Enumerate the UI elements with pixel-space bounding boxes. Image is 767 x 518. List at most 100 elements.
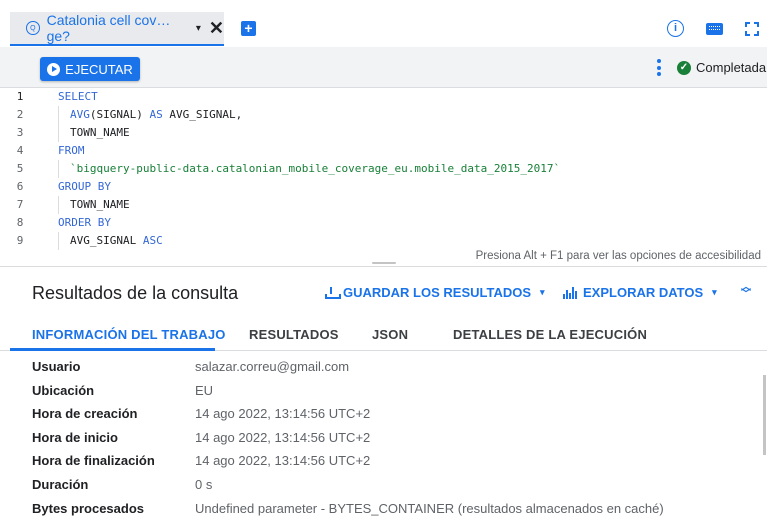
sql-keyword: FROM bbox=[58, 144, 85, 157]
sql-token: AVG_SIGNAL, bbox=[162, 108, 243, 121]
code-text: ORDER BY bbox=[58, 214, 111, 232]
info-icon[interactable]: i bbox=[667, 20, 684, 37]
info-key: Duración bbox=[32, 476, 89, 492]
info-value: 0 s bbox=[195, 476, 213, 492]
info-key: Usuario bbox=[32, 359, 81, 374]
code-text: FROM bbox=[58, 142, 85, 160]
keyboard-shortcuts-icon[interactable] bbox=[706, 22, 723, 35]
sql-keyword: ASC bbox=[142, 234, 163, 247]
run-button-label: EJECUTAR bbox=[65, 61, 133, 77]
sql-token: TOWN_NAME bbox=[70, 198, 130, 211]
explore-data-label: EXPLORAR DATOS bbox=[583, 285, 704, 300]
info-row: Hora de inicio 14 ago 2022, 13:14:56 UTC+… bbox=[0, 427, 767, 451]
code-text: GROUP BY bbox=[58, 178, 111, 196]
tab-menu-chevron-icon[interactable]: ▾ bbox=[196, 23, 201, 34]
sql-keyword: GROUP BY bbox=[58, 180, 111, 193]
code-line: 2 AVG(SIGNAL) AS AVG_SIGNAL, bbox=[0, 106, 767, 124]
sql-token: TOWN_NAME bbox=[70, 126, 130, 139]
close-tab-icon[interactable]: ✕ bbox=[209, 18, 224, 39]
sql-string: `bigquery-public-data.catalonian_mobile_… bbox=[70, 162, 561, 175]
info-key: Hora de inicio bbox=[32, 429, 118, 445]
editor-toolbar: EJECUTAR ✓ Completada bbox=[0, 47, 767, 88]
save-results-label: GUARDAR LOS RESULTADOS bbox=[343, 285, 532, 300]
info-row: Hora de creación 14 ago 2022, 13:14:56 UT… bbox=[0, 403, 767, 427]
query-icon: Q bbox=[26, 21, 40, 35]
line-number: 5 bbox=[16, 162, 24, 175]
tab-json[interactable]: JSON bbox=[372, 327, 408, 342]
sql-token: (SIGNAL) bbox=[89, 108, 150, 121]
info-row: Ubicación EU bbox=[0, 380, 767, 404]
sql-keyword: AS bbox=[149, 108, 163, 121]
info-value: salazar.correu@gmail.com bbox=[195, 359, 350, 374]
more-options-icon[interactable] bbox=[657, 59, 661, 76]
code-line: 6 GROUP BY bbox=[0, 178, 767, 196]
info-value: 14 ago 2022, 13:14:56 UTC+2 bbox=[195, 429, 371, 445]
top-right-toolbar: i bbox=[667, 20, 759, 37]
code-line: 4 FROM bbox=[0, 142, 767, 160]
tab-execution-details[interactable]: DETALLES DE LA EJECUCIÓN bbox=[453, 327, 647, 342]
chevron-down-icon: ▾ bbox=[712, 287, 717, 297]
code-line: 9 AVG_SIGNAL ASC bbox=[0, 232, 767, 250]
line-number: 4 bbox=[16, 144, 24, 157]
query-status: ✓ Completada bbox=[677, 60, 766, 75]
sql-editor[interactable]: 1 SELECT 2 AVG(SIGNAL) AS AVG_SIGNAL, 3 TOWN_… bbox=[0, 88, 767, 250]
line-number: 9 bbox=[16, 234, 24, 247]
results-tabs: INFORMACIÓN DEL TRABAJO RESULTADOS JSON … bbox=[0, 317, 767, 351]
indent-guide bbox=[58, 232, 70, 250]
job-information-table: Usuario salazar.correu@gmail.com Ubicación… bbox=[0, 356, 767, 518]
indent-guide bbox=[58, 160, 70, 178]
query-tab-title: Catalonia cell cov…ge? bbox=[46, 12, 171, 44]
save-results-button[interactable]: GUARDAR LOS RESULTADOS ▾ bbox=[325, 285, 545, 300]
code-text: TOWN_NAME bbox=[40, 124, 130, 142]
info-key: Bytes procesados bbox=[32, 500, 144, 516]
code-line: 7 TOWN_NAME bbox=[0, 196, 767, 214]
new-query-tab-button[interactable]: + bbox=[241, 21, 256, 36]
query-status-label: Completada bbox=[696, 60, 767, 75]
download-icon bbox=[325, 286, 341, 299]
info-value: EU bbox=[195, 382, 214, 398]
info-value: Undefined parameter - BYTES_CONTAINER (r… bbox=[195, 500, 664, 516]
active-tab-indicator bbox=[10, 348, 215, 351]
line-number: 6 bbox=[16, 180, 24, 193]
tab-results[interactable]: RESULTADOS bbox=[249, 327, 339, 342]
query-tab-bar: Q Catalonia cell cov…ge? ▾ ✕ + i bbox=[0, 0, 767, 47]
code-line: 1 SELECT bbox=[0, 88, 767, 106]
chevron-down-icon: ▾ bbox=[540, 287, 545, 297]
line-number: 7 bbox=[16, 198, 24, 211]
code-text: SELECT bbox=[58, 88, 98, 106]
tab-job-information[interactable]: INFORMACIÓN DEL TRABAJO bbox=[32, 327, 226, 342]
fullscreen-icon[interactable] bbox=[745, 21, 759, 36]
indent-guide bbox=[58, 196, 70, 214]
line-number: 3 bbox=[16, 126, 24, 139]
line-number: 2 bbox=[16, 108, 24, 121]
indent-guide bbox=[58, 106, 70, 124]
results-title: Resultados de la consulta bbox=[32, 283, 239, 303]
explore-data-button[interactable]: EXPLORAR DATOS ▾ bbox=[563, 285, 717, 300]
sql-keyword: SELECT bbox=[58, 90, 98, 103]
info-row: Hora de finalización 14 ago 2022, 13:14:5… bbox=[0, 450, 767, 474]
run-button[interactable]: EJECUTAR bbox=[40, 57, 140, 81]
code-line: 5 `bigquery-public-data.catalonian_mobile… bbox=[0, 160, 767, 178]
code-text: TOWN_NAME bbox=[40, 196, 130, 214]
code-text: AVG_SIGNAL ASC bbox=[40, 232, 163, 250]
results-header: Resultados de la consulta GUARDAR LOS RE… bbox=[0, 267, 767, 317]
indent-guide bbox=[58, 124, 70, 142]
scrollbar[interactable] bbox=[763, 375, 766, 455]
resize-handle[interactable] bbox=[372, 262, 396, 264]
code-line: 3 TOWN_NAME bbox=[0, 124, 767, 142]
info-key: Ubicación bbox=[32, 382, 95, 398]
expand-collapse-icon[interactable]: ︿ ﹀ bbox=[741, 283, 751, 300]
code-text: `bigquery-public-data.catalonian_mobile_… bbox=[40, 160, 560, 178]
info-row: Usuario salazar.correu@gmail.com bbox=[0, 356, 767, 380]
info-key: Hora de finalización bbox=[32, 453, 155, 469]
sql-token: AVG_SIGNAL bbox=[70, 234, 143, 247]
info-key: Hora de creación bbox=[32, 406, 138, 422]
line-number: 1 bbox=[16, 90, 24, 103]
accessibility-hint: Presiona Alt + F1 para ver las opciones … bbox=[475, 250, 761, 262]
play-icon bbox=[47, 62, 61, 76]
info-value: 14 ago 2022, 13:14:56 UTC+2 bbox=[195, 406, 371, 422]
sql-function: AVG bbox=[70, 108, 90, 121]
info-value: 14 ago 2022, 13:14:56 UTC+2 bbox=[195, 453, 371, 469]
line-number: 8 bbox=[16, 216, 24, 229]
query-tab[interactable]: Q Catalonia cell cov…ge? ▾ ✕ bbox=[10, 12, 224, 46]
